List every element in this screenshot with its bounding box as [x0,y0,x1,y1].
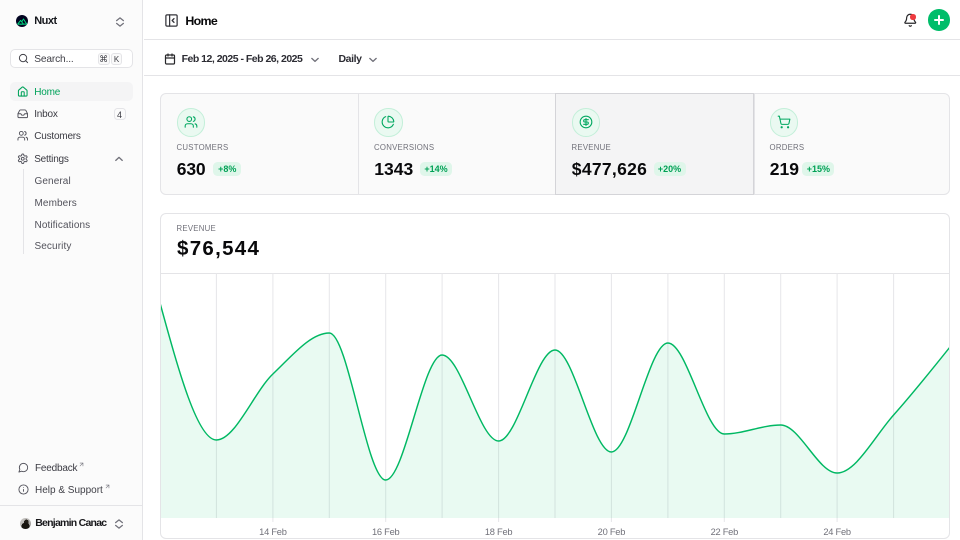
svg-text:22 Feb: 22 Feb [711,527,739,537]
svg-text:18 Feb: 18 Feb [485,527,513,537]
svg-text:14 Feb: 14 Feb [259,527,287,537]
svg-text:16 Feb: 16 Feb [372,527,400,537]
svg-text:20 Feb: 20 Feb [598,527,626,537]
svg-text:24 Feb: 24 Feb [823,527,851,537]
